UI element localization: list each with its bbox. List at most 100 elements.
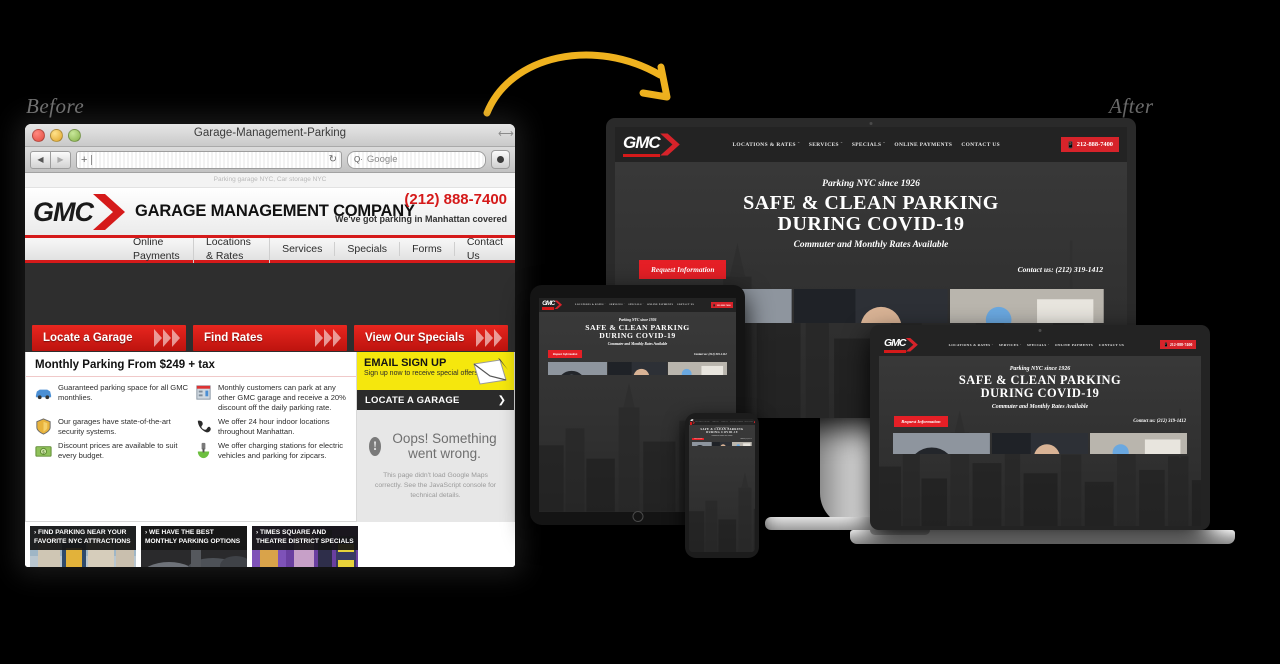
nav-item-services[interactable]: SERVICES ˇ <box>712 422 720 423</box>
photo-strip <box>690 441 753 447</box>
mobile-phone-icon: 📱 <box>712 303 716 307</box>
nav-item-services[interactable]: SERVICES ˇ <box>609 304 625 306</box>
text-caret <box>91 154 93 165</box>
meta-keywords: Parking garage NYC, Car storage NYC <box>25 173 515 188</box>
cta-find-rates[interactable]: Find Rates <box>193 325 347 351</box>
nav-item-specials[interactable]: SPECIALS ˇ <box>1027 343 1049 347</box>
phone-icon <box>194 417 213 436</box>
hero-actions: Request Information Contact us: (212) 319… <box>690 437 753 441</box>
before-label: Before <box>26 94 85 118</box>
phone-screen: GMCLOCATIONS & RATES ˇSERVICES ˇSPECIALS… <box>689 419 755 552</box>
nav-item-contact-us[interactable]: CONTACT US <box>1099 343 1125 347</box>
promo-tile-row[interactable]: › FIND PARKING NEAR YOUR FAVORITE NYC AT… <box>25 522 515 567</box>
address-bar[interactable]: + ↻ <box>76 150 342 169</box>
photo-masked-attendant-at-car <box>991 433 1089 455</box>
resize-icon[interactable]: ⟷ <box>498 129 514 140</box>
gmc-responsive-site: GMC LOCATIONS & RATES ˇ SERVICES ˇ SPECIALS… <box>879 334 1201 526</box>
photo-masked-attendant-at-car <box>712 441 732 447</box>
nav-item-specials[interactable]: SPECIALS ˇ <box>852 142 886 148</box>
cta-locate-a-garage[interactable]: Locate a Garage <box>32 325 186 351</box>
old-nav-item-forms[interactable]: Forms <box>400 242 455 256</box>
site-nav-links[interactable]: LOCATIONS & RATES ˇ SERVICES ˇ SPECIALS ˇ O… <box>949 343 1130 347</box>
old-nav-item-contact-us[interactable]: Contact Us <box>455 235 515 263</box>
map-error-heading: ! Oops! Something went wrong. <box>369 431 502 462</box>
mobile-phone-icon: 📱 <box>1163 342 1169 348</box>
old-nav-item-locations-rates[interactable]: Locations & Rates <box>194 235 271 263</box>
nav-item-online-payments[interactable]: ONLINE PAYMENTS <box>647 304 673 306</box>
promo-tile[interactable]: › FIND PARKING NEAR YOUR FAVORITE NYC AT… <box>30 526 136 567</box>
reload-icon[interactable]: ↻ <box>329 154 337 165</box>
gear-icon[interactable] <box>491 150 510 169</box>
nav-item-locations-rates[interactable]: LOCATIONS & RATES ˇ <box>575 304 606 306</box>
new-tab-icon[interactable]: + <box>81 154 91 166</box>
hero-subtitle: Commuter and Monthly Rates Available <box>711 435 733 437</box>
garage-icon <box>194 383 213 402</box>
request-information-button[interactable]: Request Information <box>893 415 948 427</box>
monthly-heading: Monthly Parking From $249 + tax <box>26 352 356 377</box>
header-phone-button[interactable]: 📱212-888-7400 <box>1060 137 1119 152</box>
site-logo[interactable]: GMC <box>623 132 681 157</box>
header-phone-label: 212-888-7400 <box>1169 342 1193 348</box>
car-icon <box>34 383 53 402</box>
nav-item-locations-rates[interactable]: LOCATIONS & RATES ˇ <box>949 343 994 347</box>
site-navbar: GMC LOCATIONS & RATES ˇSERVICES ˇSPECIALS… <box>539 298 736 313</box>
forward-button[interactable]: ▶ <box>51 150 71 169</box>
email-signup-box[interactable]: EMAIL SIGN UP Sign up now to receive spe… <box>357 352 514 390</box>
hero-subtitle: Commuter and Monthly Rates Available <box>607 342 668 347</box>
promo-tile[interactable]: › TIMES SQUARE AND THEATRE DISTRICT SPEC… <box>252 526 358 567</box>
chevron-arrow-icon <box>554 300 562 310</box>
nav-item-specials[interactable]: SPECIALS ˇ <box>721 422 729 423</box>
locate-garage-bar[interactable]: LOCATE A GARAGE ❯ <box>357 390 514 410</box>
cta-view-our-specials[interactable]: View Our Specials <box>354 325 508 351</box>
logo-wordmark: GMC <box>33 196 94 227</box>
site-logo[interactable]: GMC <box>884 337 919 353</box>
nav-item-services[interactable]: SERVICES ˇ <box>999 343 1022 347</box>
nav-item-contact-us[interactable]: CONTACT US <box>961 142 1000 148</box>
nav-item-specials[interactable]: SPECIALS ˇ <box>628 304 643 306</box>
nav-item-online-payments[interactable]: ONLINE PAYMENTS <box>894 142 952 148</box>
hero-section: Parking NYC since 1926 SAFE & CLEAN PARKI… <box>539 312 736 375</box>
cta-label: Locate a Garage <box>43 332 133 344</box>
header-phone-button[interactable]: 📱212-888-7400 <box>754 421 755 424</box>
site-nav-links[interactable]: LOCATIONS & RATES ˇSERVICES ˇSPECIALS ˇ O… <box>575 304 698 306</box>
header-phone-button[interactable]: 📱212-888-7400 <box>710 302 733 308</box>
nav-item-locations-rates[interactable]: LOCATIONS & RATES ˇ <box>732 142 799 148</box>
old-nav-item-services[interactable]: Services <box>270 242 336 256</box>
shield-icon <box>34 417 53 436</box>
site-nav-links[interactable]: LOCATIONS & RATES ˇ SERVICES ˇ SPECIALS ˇ O… <box>732 142 1009 148</box>
mobile-phone-icon: 📱 <box>1066 141 1075 149</box>
feature-text: We offer charging stations for electric … <box>218 441 344 461</box>
smartphone-device: GMCLOCATIONS & RATES ˇSERVICES ˇSPECIALS… <box>685 413 759 558</box>
home-button-icon[interactable] <box>632 511 643 522</box>
old-site-header: GMC GARAGE MANAGEMENT COMPANY (212) 888-… <box>25 188 515 238</box>
feature-text: Monthly customers can park at any other … <box>218 383 346 413</box>
nav-item-contact-us[interactable]: CONTACT US <box>745 422 754 423</box>
nav-buttons[interactable]: ◀ ▶ <box>30 150 71 169</box>
header-phone-button[interactable]: 📱212-888-7400 <box>1159 340 1196 350</box>
nav-item-online-payments[interactable]: ONLINE PAYMENTS <box>730 422 743 423</box>
old-site-nav[interactable]: Online Payments Locations & Rates Services… <box>25 235 515 263</box>
photo-worker-sanitizing-garage <box>1089 433 1187 455</box>
promo-tile[interactable]: › WE HAVE THE BEST MONTHLY PARKING OPTIO… <box>141 526 247 567</box>
back-button[interactable]: ◀ <box>30 150 51 169</box>
nav-item-contact-us[interactable]: CONTACT US <box>677 304 694 306</box>
header-tagline: We've got parking in Manhattan covered <box>334 214 507 224</box>
cta-button-row[interactable]: Locate a Garage Find Rates View Our Specia… <box>25 325 515 352</box>
site-nav-links[interactable]: LOCATIONS & RATES ˇSERVICES ˇSPECIALS ˇO… <box>695 422 754 423</box>
feature-item: Our garages have state-of-the-art securi… <box>34 417 188 437</box>
site-navbar: GMC LOCATIONS & RATES ˇ SERVICES ˇ SPECIALS… <box>615 127 1127 162</box>
site-logo[interactable]: GMC <box>542 300 562 311</box>
search-input[interactable]: Q· Google <box>347 150 486 169</box>
old-logo[interactable]: GMC <box>33 192 127 232</box>
feature-item: Monthly customers can park at any other … <box>194 383 348 413</box>
request-information-button[interactable]: Request Information <box>548 349 582 358</box>
nav-item-services[interactable]: SERVICES ˇ <box>809 142 843 148</box>
request-information-button[interactable]: Request Information <box>639 260 727 280</box>
old-nav-item-online-payments[interactable]: Online Payments <box>121 235 194 263</box>
request-information-button[interactable]: Request Information <box>692 437 705 441</box>
photo-masked-attendant-at-car <box>794 289 948 324</box>
nav-item-online-payments[interactable]: ONLINE PAYMENTS <box>1055 343 1093 347</box>
nav-item-locations-rates[interactable]: LOCATIONS & RATES ˇ <box>695 422 711 423</box>
old-nav-item-specials[interactable]: Specials <box>335 242 401 256</box>
camera-icon <box>869 122 873 125</box>
